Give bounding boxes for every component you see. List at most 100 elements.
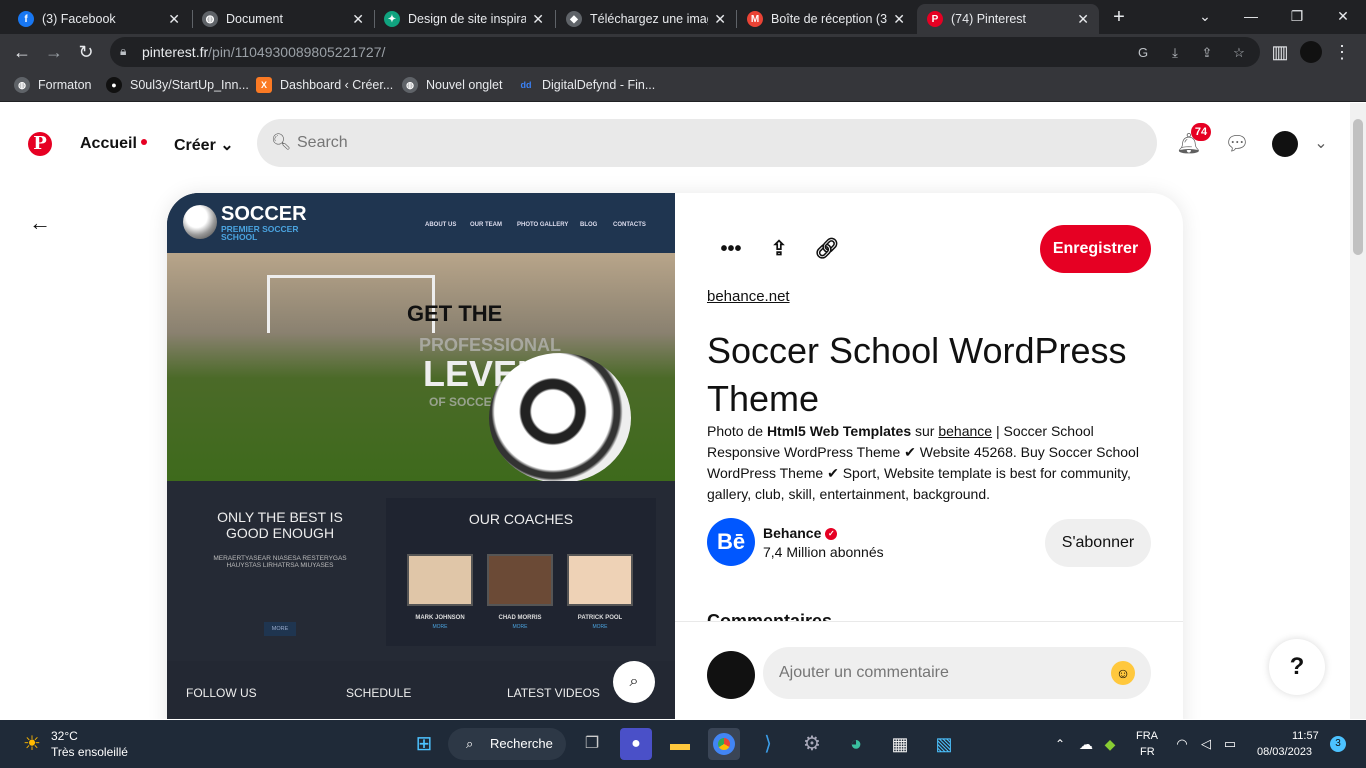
tab-image[interactable]: ◆ Téléchargez une image ✕ <box>556 4 736 34</box>
new-tab-button[interactable]: + <box>1108 6 1130 28</box>
chrome-icon[interactable] <box>708 728 740 760</box>
tab-facebook[interactable]: f (3) Facebook ✕ <box>8 4 190 34</box>
weather-desc[interactable]: Très ensoleillé <box>51 745 128 759</box>
forward-button[interactable]: → <box>42 40 66 64</box>
help-button[interactable]: ? <box>1269 639 1325 695</box>
maximize-button[interactable]: ❐ <box>1274 4 1320 28</box>
star-icon[interactable]: ☆ <box>1230 44 1248 62</box>
user-avatar[interactable] <box>1272 131 1298 157</box>
address-bar[interactable]: 🔒︎ pinterest.fr/pin/1104930089805221727/… <box>110 37 1260 67</box>
weather-icon[interactable]: ☀ <box>16 728 48 760</box>
creator-avatar[interactable]: Bē <box>707 518 755 566</box>
template-nav-item: PHOTO GALLERY <box>517 222 569 228</box>
install-icon[interactable]: ⤓ <box>1166 44 1184 62</box>
vscode-icon[interactable]: ⟩ <box>752 728 784 760</box>
tab-gmail[interactable]: M Boîte de réception (38 ✕ <box>737 4 915 34</box>
browser-toolbar: ← → ↻ 🔒︎ pinterest.fr/pin/11049300898052… <box>0 34 1366 70</box>
tab-search-icon[interactable]: ⌄ <box>1182 4 1228 28</box>
close-icon[interactable]: ✕ <box>714 11 726 28</box>
search-bar[interactable]: 🔍︎ <box>257 119 1157 167</box>
bookmark-formaton[interactable]: ◍ Formaton <box>14 77 92 93</box>
wifi-icon[interactable]: ◠ <box>1172 728 1192 760</box>
profile-avatar[interactable] <box>1300 41 1322 63</box>
chevron-up-icon[interactable]: ⌃ <box>1052 728 1068 760</box>
search-input[interactable] <box>297 119 1137 167</box>
comment-field[interactable]: ☺ <box>763 647 1151 699</box>
edge-icon[interactable]: ◕ <box>840 728 872 760</box>
source-link[interactable]: behance.net <box>707 288 790 305</box>
bookmark-github[interactable]: ● S0ul3y/StartUp_Inn... <box>106 77 249 93</box>
keyboard-layout[interactable]: FR <box>1140 746 1155 758</box>
bookmark-dashboard[interactable]: X Dashboard ‹ Créer... <box>256 77 393 93</box>
windows-taskbar: ☀ 32°C Très ensoleillé ⊞ ⌕ Recherche ❐ ● … <box>0 720 1366 768</box>
creator-followers: 7,4 Million abonnés <box>763 544 884 560</box>
tray-app-icon[interactable]: ◆ <box>1100 728 1120 760</box>
best-subtitle: MERAERTYASEAR NIASESA RESTERYGAS HAUYSTAS… <box>213 555 347 569</box>
pin-image[interactable]: SOCCER PREMIER SOCCER SCHOOL ABOUT US OUR… <box>167 193 675 719</box>
weather-temp[interactable]: 32°C <box>51 729 78 743</box>
globe-icon: ◍ <box>14 77 30 93</box>
taskbar-search[interactable]: ⌕ Recherche <box>448 728 566 760</box>
windows-start-icon[interactable]: ⊞ <box>408 728 440 760</box>
pin-details: ••• ⇪ 🔗︎ Enregistrer behance.net Soccer … <box>675 193 1183 719</box>
folder-icon[interactable]: ▬ <box>664 728 696 760</box>
settings-icon[interactable]: ⚙ <box>796 728 828 760</box>
scrollbar-thumb[interactable] <box>1353 119 1363 255</box>
lock-icon[interactable]: 🔒︎ <box>120 44 134 60</box>
nav-home[interactable]: Accueil <box>80 135 147 153</box>
page-scrollbar[interactable] <box>1350 103 1366 719</box>
coach-name: PATRICK POOL <box>577 615 623 621</box>
creator-name[interactable]: Behance ✓ <box>763 525 838 541</box>
close-icon[interactable]: ✕ <box>893 11 905 28</box>
visual-search-icon[interactable]: ⌕ <box>613 661 655 703</box>
language-code[interactable]: FRA <box>1136 730 1158 742</box>
clock-date[interactable]: 08/03/2023 <box>1257 746 1312 758</box>
back-arrow-icon[interactable]: ← <box>28 211 52 235</box>
google-icon[interactable]: G <box>1134 44 1152 62</box>
share-icon[interactable]: ⇪ <box>1198 44 1216 62</box>
coach-name: MARK JOHNSON <box>415 615 465 621</box>
volume-icon[interactable]: ◁ <box>1196 728 1216 760</box>
more-options-icon[interactable]: ••• <box>715 233 747 265</box>
account-chevron-icon[interactable]: ⌄ <box>1308 131 1334 157</box>
comment-input[interactable] <box>779 647 1099 699</box>
back-button[interactable]: ← <box>10 40 34 64</box>
bookmark-digitaldefynd[interactable]: dd DigitalDefynd - Fin... <box>518 77 656 93</box>
behance-link[interactable]: behance <box>938 423 992 439</box>
emoji-icon[interactable]: ☺ <box>1111 661 1135 685</box>
close-icon[interactable]: ✕ <box>532 11 544 28</box>
share-icon[interactable]: ⇪ <box>763 233 795 265</box>
clock-time[interactable]: 11:57 <box>1292 730 1319 742</box>
xampp-icon: X <box>256 77 272 93</box>
url-text[interactable]: pinterest.fr/pin/1104930089805221727/ <box>142 44 385 60</box>
nav-create[interactable]: Créer ⌄ <box>174 135 234 155</box>
messages-icon[interactable]: 💬︎ <box>1224 131 1250 157</box>
gmail-icon: M <box>747 11 763 27</box>
pinterest-logo[interactable]: P <box>28 132 52 156</box>
subscribe-button[interactable]: S'abonner <box>1045 519 1151 567</box>
close-icon[interactable]: ✕ <box>168 11 180 28</box>
sidepanel-icon[interactable]: ▥ <box>1268 40 1292 64</box>
template-logo-sub: PREMIER SOCCER SCHOOL <box>221 224 299 242</box>
store-icon[interactable]: ▦ <box>884 728 916 760</box>
reload-button[interactable]: ↻ <box>74 40 98 64</box>
tab-title: (3) Facebook <box>42 12 116 26</box>
minimize-button[interactable]: — <box>1228 4 1274 28</box>
notification-count-badge[interactable]: 3 <box>1330 736 1346 752</box>
battery-icon[interactable]: ▭ <box>1220 728 1240 760</box>
globe-icon: ◍ <box>402 77 418 93</box>
tab-pinterest[interactable]: P (74) Pinterest ✕ <box>917 4 1099 34</box>
bookmark-nouvel-onglet[interactable]: ◍ Nouvel onglet <box>402 77 502 93</box>
task-view-icon[interactable]: ❐ <box>576 728 608 760</box>
tab-document[interactable]: ◍ Document ✕ <box>192 4 374 34</box>
meet-icon[interactable]: ● <box>620 728 652 760</box>
close-window-button[interactable]: ✕ <box>1320 4 1366 28</box>
tab-design[interactable]: ✦ Design de site inspirant ✕ <box>374 4 554 34</box>
close-icon[interactable]: ✕ <box>1077 11 1089 28</box>
menu-icon[interactable]: ⋮ <box>1330 40 1354 64</box>
close-icon[interactable]: ✕ <box>352 11 364 28</box>
photos-icon[interactable]: ▧ <box>928 728 960 760</box>
save-button[interactable]: Enregistrer <box>1040 225 1151 273</box>
link-icon[interactable]: 🔗︎ <box>811 233 843 265</box>
onedrive-icon[interactable]: ☁ <box>1076 728 1096 760</box>
